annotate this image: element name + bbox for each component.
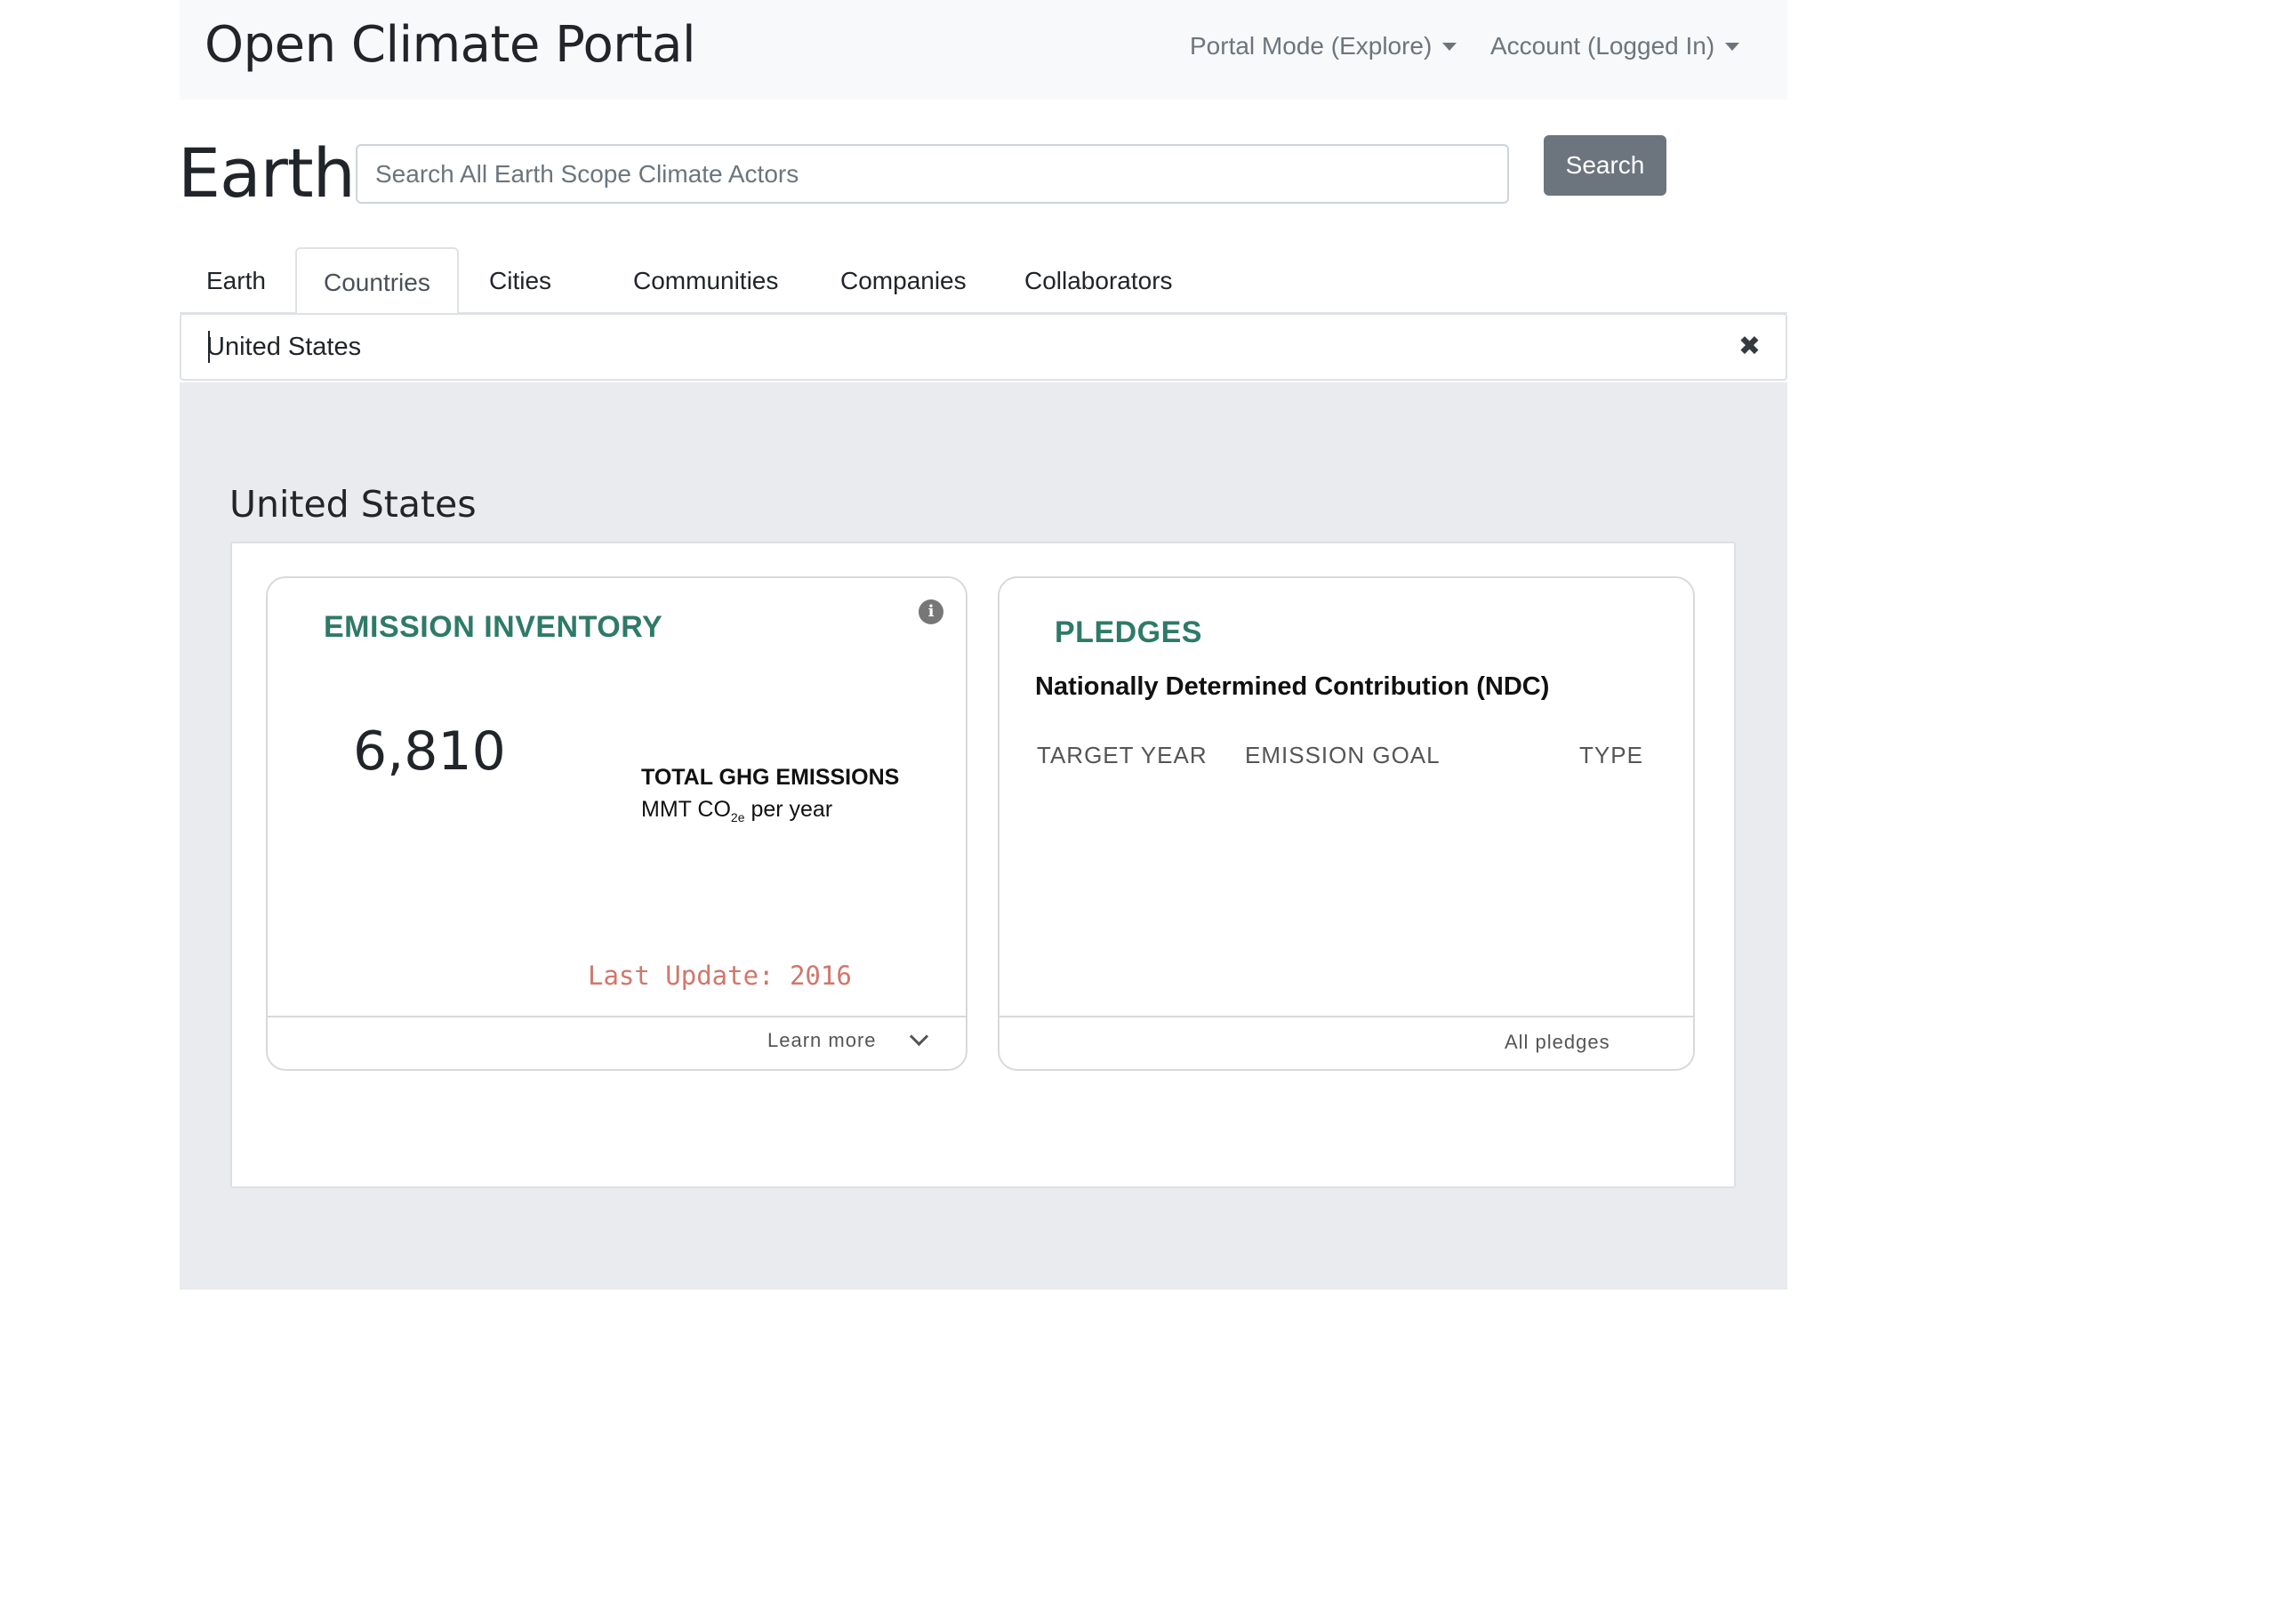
caret-down-icon — [1725, 42, 1740, 51]
actor-title: United States — [229, 483, 477, 526]
navbar: Open Climate Portal Portal Mode (Explore… — [180, 0, 1787, 100]
col-type: TYPE — [1579, 742, 1643, 768]
emission-inventory-card: EMISSION INVENTORY i 6,810 TOTAL GHG EMI… — [266, 576, 967, 1071]
col-target-year: TARGET YEAR — [1037, 742, 1208, 768]
tab-communities[interactable]: Communities — [606, 247, 805, 314]
actor-select-field[interactable]: United States ✖ — [180, 313, 1787, 381]
ndc-subtitle: Nationally Determined Contribution (NDC) — [1035, 672, 1550, 701]
learn-more-link[interactable]: Learn more — [767, 1029, 877, 1052]
page-title: Earth — [178, 133, 356, 213]
emission-inventory-title: EMISSION INVENTORY — [324, 610, 663, 644]
scope-tabs: Earth Countries Cities Communities Compa… — [180, 247, 1787, 316]
card-footer: All pledges — [999, 1016, 1693, 1069]
tab-earth[interactable]: Earth — [180, 247, 293, 314]
search-input[interactable] — [356, 144, 1509, 204]
caret-down-icon — [1442, 42, 1457, 51]
portal-mode-dropdown[interactable]: Portal Mode (Explore) — [1190, 32, 1457, 60]
account-dropdown[interactable]: Account (Logged In) — [1490, 32, 1740, 60]
search-button[interactable]: Search — [1544, 135, 1666, 196]
tab-countries[interactable]: Countries — [295, 247, 459, 316]
last-update-text: Last Update: 2016 — [588, 961, 852, 991]
tab-companies[interactable]: Companies — [814, 247, 993, 314]
total-emissions-value: 6,810 — [353, 720, 506, 783]
info-icon[interactable]: i — [919, 599, 943, 624]
page: Open Climate Portal Portal Mode (Explore… — [0, 0, 2296, 1624]
card-footer: Learn more — [268, 1016, 966, 1069]
brand-title[interactable]: Open Climate Portal — [205, 16, 696, 74]
portal-mode-label: Portal Mode (Explore) — [1190, 32, 1433, 60]
account-label: Account (Logged In) — [1490, 32, 1715, 60]
all-pledges-link[interactable]: All pledges — [1505, 1031, 1610, 1054]
chevron-down-icon[interactable] — [909, 1026, 929, 1047]
emissions-unit: MMT CO2e per year — [641, 797, 833, 824]
pledges-card: PLEDGES Nationally Determined Contributi… — [998, 576, 1695, 1071]
tab-cities[interactable]: Cities — [462, 247, 578, 314]
col-emission-goal: EMISSION GOAL — [1245, 742, 1441, 768]
total-emissions-label: TOTAL GHG EMISSIONS — [641, 765, 900, 790]
close-icon[interactable]: ✖ — [1738, 331, 1761, 362]
pledges-title: PLEDGES — [1055, 615, 1202, 649]
actor-select-value: United States — [206, 333, 362, 361]
tab-collaborators[interactable]: Collaborators — [998, 247, 1200, 314]
